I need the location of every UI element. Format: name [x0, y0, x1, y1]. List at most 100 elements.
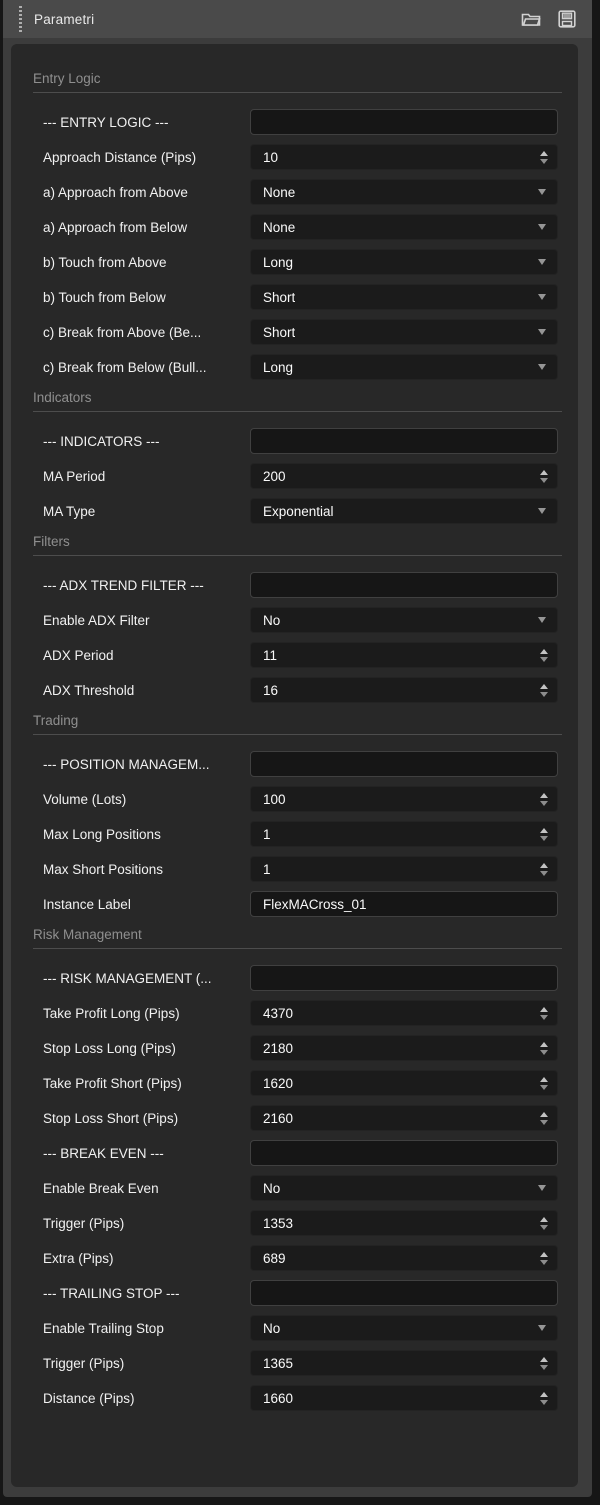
dropdown[interactable]: No: [250, 1315, 558, 1341]
stepper-up-icon[interactable]: [540, 649, 548, 654]
stepper-up-icon[interactable]: [540, 1392, 548, 1397]
parameter-row: Stop Loss Long (Pips) 2180: [43, 1035, 562, 1061]
stepper-up-icon[interactable]: [540, 684, 548, 689]
stepper: [540, 857, 548, 881]
dropdown[interactable]: Short: [250, 284, 558, 310]
parameter-row: --- INDICATORS ---: [43, 428, 562, 454]
parameter-row: --- ADX TREND FILTER ---: [43, 572, 562, 598]
number-input[interactable]: 10: [250, 144, 558, 170]
dropdown[interactable]: Short: [250, 319, 558, 345]
stepper-down-icon[interactable]: [540, 1085, 548, 1090]
stepper-up-icon[interactable]: [540, 151, 548, 156]
stepper-up-icon[interactable]: [540, 828, 548, 833]
stepper-down-icon[interactable]: [540, 1225, 548, 1230]
parameter-row: Extra (Pips) 689: [43, 1245, 562, 1271]
text-input[interactable]: [250, 428, 558, 454]
parameter-row: Stop Loss Short (Pips) 2160: [43, 1105, 562, 1131]
stepper-down-icon[interactable]: [540, 657, 548, 662]
stepper: [540, 643, 548, 667]
section-divider: [33, 948, 562, 949]
dropdown[interactable]: No: [250, 607, 558, 633]
stepper-down-icon[interactable]: [540, 159, 548, 164]
stepper-down-icon[interactable]: [540, 801, 548, 806]
parameter-row: Trigger (Pips) 1353: [43, 1210, 562, 1236]
parameter-label: Distance (Pips): [43, 1391, 250, 1406]
stepper-down-icon[interactable]: [540, 1260, 548, 1265]
stepper-down-icon[interactable]: [540, 1400, 548, 1405]
number-input[interactable]: 1660: [250, 1385, 558, 1411]
stepper: [540, 1211, 548, 1235]
parameter-row: a) Approach from Below None: [43, 214, 562, 240]
stepper-down-icon[interactable]: [540, 1120, 548, 1125]
parameter-label: Trigger (Pips): [43, 1356, 250, 1371]
dropdown-arrow-icon: [538, 224, 546, 230]
parameter-label: --- ADX TREND FILTER ---: [43, 578, 250, 593]
header-icons: [520, 9, 578, 29]
stepper-up-icon[interactable]: [540, 863, 548, 868]
number-input[interactable]: 1620: [250, 1070, 558, 1096]
number-input[interactable]: 2160: [250, 1105, 558, 1131]
stepper-down-icon[interactable]: [540, 1365, 548, 1370]
number-input[interactable]: 11: [250, 642, 558, 668]
stepper-up-icon[interactable]: [540, 1252, 548, 1257]
stepper-down-icon[interactable]: [540, 478, 548, 483]
parameter-label: a) Approach from Below: [43, 220, 250, 235]
stepper-up-icon[interactable]: [540, 793, 548, 798]
stepper: [540, 145, 548, 169]
stepper-up-icon[interactable]: [540, 470, 548, 475]
drag-handle-icon[interactable]: [19, 6, 22, 32]
dropdown[interactable]: No: [250, 1175, 558, 1201]
stepper-up-icon[interactable]: [540, 1007, 548, 1012]
parameter-section: Filters --- ADX TREND FILTER --- Enable …: [33, 533, 562, 703]
parameter-label: b) Touch from Below: [43, 290, 250, 305]
save-parameters-button[interactable]: [556, 9, 578, 29]
stepper-up-icon[interactable]: [540, 1357, 548, 1362]
dropdown[interactable]: Exponential: [250, 498, 558, 524]
number-input[interactable]: 689: [250, 1245, 558, 1271]
dropdown-arrow-icon: [538, 1185, 546, 1191]
open-folder-icon: [521, 11, 541, 27]
text-input[interactable]: [250, 572, 558, 598]
dropdown[interactable]: Long: [250, 354, 558, 380]
stepper-up-icon[interactable]: [540, 1217, 548, 1222]
parameter-value: None: [251, 185, 295, 200]
stepper-up-icon[interactable]: [540, 1077, 548, 1082]
number-input[interactable]: 200: [250, 463, 558, 489]
parameter-row: Distance (Pips) 1660: [43, 1385, 562, 1411]
open-parameters-button[interactable]: [520, 9, 542, 29]
stepper-down-icon[interactable]: [540, 871, 548, 876]
text-input[interactable]: [250, 965, 558, 991]
section-divider: [33, 411, 562, 412]
parameter-row: Enable Break Even No: [43, 1175, 562, 1201]
parameters-form: Entry Logic --- ENTRY LOGIC --- Approach…: [11, 44, 578, 1487]
text-input[interactable]: [250, 1140, 558, 1166]
parameter-label: ADX Threshold: [43, 683, 250, 698]
number-input[interactable]: 4370: [250, 1000, 558, 1026]
text-input[interactable]: [250, 1280, 558, 1306]
number-input[interactable]: 1353: [250, 1210, 558, 1236]
stepper-down-icon[interactable]: [540, 836, 548, 841]
number-input[interactable]: 16: [250, 677, 558, 703]
stepper-up-icon[interactable]: [540, 1042, 548, 1047]
number-input[interactable]: 1365: [250, 1350, 558, 1376]
parameter-label: MA Period: [43, 469, 250, 484]
stepper-up-icon[interactable]: [540, 1112, 548, 1117]
number-input[interactable]: 1: [250, 821, 558, 847]
parameter-label: Approach Distance (Pips): [43, 150, 250, 165]
stepper-down-icon[interactable]: [540, 1050, 548, 1055]
text-input[interactable]: FlexMACross_01: [250, 891, 558, 917]
text-input[interactable]: [250, 109, 558, 135]
section-label: Risk Management: [33, 926, 562, 944]
number-input[interactable]: 100: [250, 786, 558, 812]
dropdown[interactable]: None: [250, 179, 558, 205]
text-input[interactable]: [250, 751, 558, 777]
dropdown[interactable]: Long: [250, 249, 558, 275]
dropdown[interactable]: None: [250, 214, 558, 240]
stepper-down-icon[interactable]: [540, 1015, 548, 1020]
parameter-value: 200: [251, 469, 286, 484]
parameter-row: MA Type Exponential: [43, 498, 562, 524]
parameter-row: c) Break from Above (Be... Short: [43, 319, 562, 345]
number-input[interactable]: 1: [250, 856, 558, 882]
stepper-down-icon[interactable]: [540, 692, 548, 697]
number-input[interactable]: 2180: [250, 1035, 558, 1061]
